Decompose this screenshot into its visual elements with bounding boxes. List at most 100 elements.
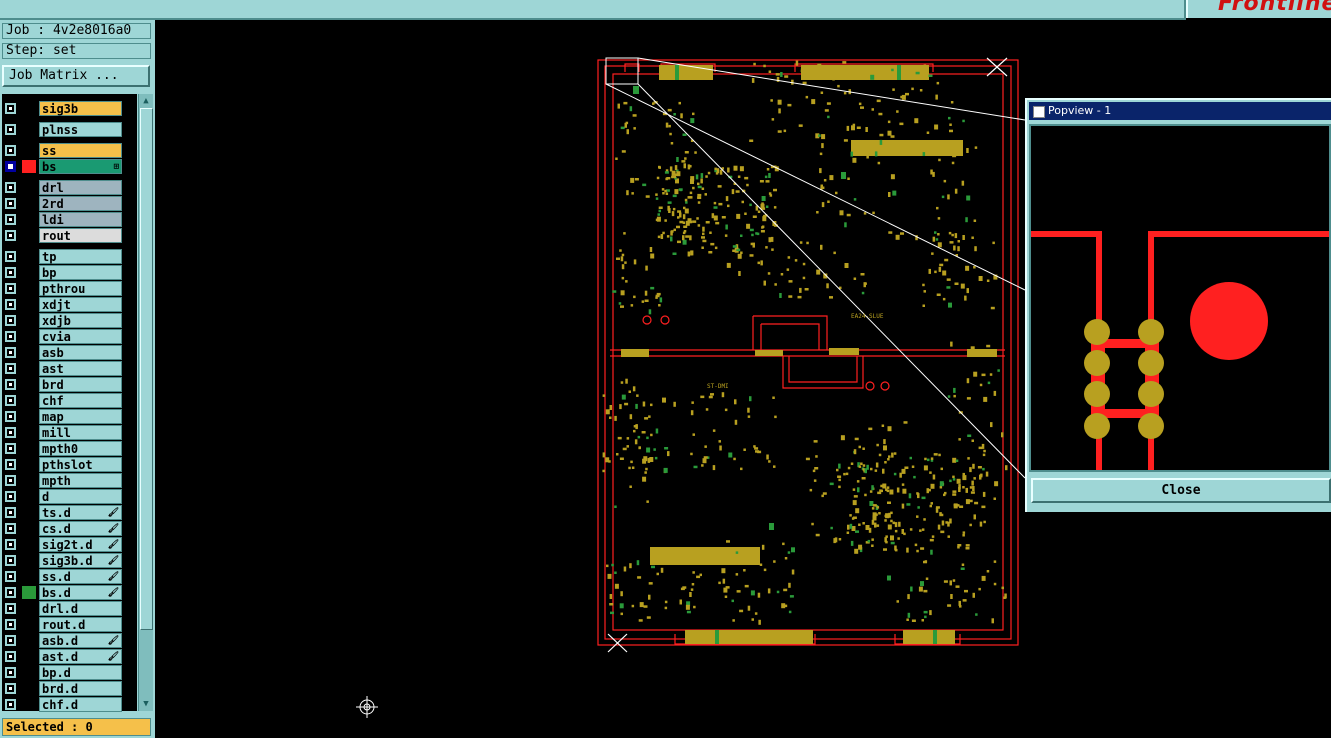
- layer-checkbox[interactable]: [4, 346, 17, 359]
- layer-row[interactable]: pthrou: [2, 281, 137, 296]
- layer-row[interactable]: chf: [2, 393, 137, 408]
- layer-checkbox[interactable]: [4, 586, 17, 599]
- layer-row[interactable]: rout.d: [2, 617, 137, 632]
- layer-checkbox[interactable]: [4, 570, 17, 583]
- layer-row[interactable]: chf.d: [2, 697, 137, 712]
- layer-checkbox[interactable]: [4, 666, 17, 679]
- layer-row[interactable]: d: [2, 489, 137, 504]
- layer-checkbox[interactable]: [4, 490, 17, 503]
- layer-name[interactable]: cs.d 🖌: [39, 521, 122, 536]
- layer-checkbox[interactable]: [4, 362, 17, 375]
- layer-name[interactable]: 2rd: [39, 196, 122, 211]
- layer-name[interactable]: asb.d 🖌: [39, 633, 122, 648]
- layer-row[interactable]: ss: [2, 143, 137, 158]
- layer-checkbox[interactable]: [4, 213, 17, 226]
- layer-name[interactable]: ss.d 🖌: [39, 569, 122, 584]
- layer-name[interactable]: rout.d: [39, 617, 122, 632]
- layer-name[interactable]: ts.d 🖌: [39, 505, 122, 520]
- layer-name[interactable]: ast: [39, 361, 122, 376]
- layer-checkbox[interactable]: [4, 197, 17, 210]
- layer-name[interactable]: ss: [39, 143, 122, 158]
- layer-checkbox[interactable]: [4, 144, 17, 157]
- layer-row[interactable]: drl: [2, 180, 137, 195]
- layer-list-scrollbar[interactable]: ▲ ▼: [138, 94, 153, 711]
- layer-row[interactable]: mpth: [2, 473, 137, 488]
- layer-checkbox[interactable]: [4, 102, 17, 115]
- layer-checkbox[interactable]: [4, 282, 17, 295]
- layer-checkbox[interactable]: [4, 378, 17, 391]
- layer-name[interactable]: sig3b: [39, 101, 122, 116]
- layer-name[interactable]: drl: [39, 180, 122, 195]
- layer-row[interactable]: pthslot: [2, 457, 137, 472]
- layer-row[interactable]: ldi: [2, 212, 137, 227]
- layer-row[interactable]: ts.d 🖌: [2, 505, 137, 520]
- layer-name[interactable]: mill: [39, 425, 122, 440]
- layer-row[interactable]: asb.d 🖌: [2, 633, 137, 648]
- layer-checkbox[interactable]: [4, 554, 17, 567]
- layer-row[interactable]: bs ⊞: [2, 159, 137, 174]
- layer-color-swatch[interactable]: [22, 586, 36, 599]
- layer-checkbox[interactable]: [4, 250, 17, 263]
- layer-name[interactable]: map: [39, 409, 122, 424]
- layer-name[interactable]: brd.d: [39, 681, 122, 696]
- layer-row[interactable]: sig3b: [2, 101, 137, 116]
- layer-name[interactable]: xdjb: [39, 313, 122, 328]
- layer-name[interactable]: brd: [39, 377, 122, 392]
- layer-row[interactable]: plnss: [2, 122, 137, 137]
- layer-name[interactable]: bs ⊞: [39, 159, 122, 174]
- layer-checkbox[interactable]: [4, 458, 17, 471]
- layer-checkbox[interactable]: [4, 330, 17, 343]
- layer-row[interactable]: asb: [2, 345, 137, 360]
- layer-checkbox[interactable]: [4, 298, 17, 311]
- layer-row[interactable]: mpth0: [2, 441, 137, 456]
- layer-name[interactable]: asb: [39, 345, 122, 360]
- layer-checkbox[interactable]: [4, 474, 17, 487]
- layer-row[interactable]: ast.d 🖌: [2, 649, 137, 664]
- layer-row[interactable]: bs.d 🖌: [2, 585, 137, 600]
- layer-checkbox[interactable]: [4, 410, 17, 423]
- layer-checkbox[interactable]: [4, 426, 17, 439]
- layer-checkbox[interactable]: [4, 522, 17, 535]
- layer-row[interactable]: brd: [2, 377, 137, 392]
- layer-row[interactable]: ss.d 🖌: [2, 569, 137, 584]
- layer-row[interactable]: brd.d: [2, 681, 137, 696]
- layer-checkbox[interactable]: [4, 698, 17, 711]
- layer-checkbox[interactable]: [4, 634, 17, 647]
- layer-checkbox[interactable]: [4, 314, 17, 327]
- layer-checkbox[interactable]: [4, 229, 17, 242]
- layer-row[interactable]: xdjb: [2, 313, 137, 328]
- layer-row[interactable]: map: [2, 409, 137, 424]
- layer-name[interactable]: ast.d 🖌: [39, 649, 122, 664]
- layer-name[interactable]: drl.d: [39, 601, 122, 616]
- layer-checkbox[interactable]: [4, 538, 17, 551]
- layer-name[interactable]: cvia: [39, 329, 122, 344]
- layer-checkbox[interactable]: [4, 266, 17, 279]
- layer-row[interactable]: rout: [2, 228, 137, 243]
- job-matrix-button[interactable]: Job Matrix ...: [2, 65, 150, 87]
- layer-checkbox[interactable]: [4, 181, 17, 194]
- layer-row[interactable]: mill: [2, 425, 137, 440]
- popview-viewport[interactable]: [1029, 124, 1331, 472]
- layer-row[interactable]: xdjt: [2, 297, 137, 312]
- layer-color-swatch[interactable]: [22, 160, 36, 173]
- scroll-down-icon[interactable]: ▼: [140, 698, 152, 710]
- layer-name[interactable]: chf: [39, 393, 122, 408]
- layer-row[interactable]: drl.d: [2, 601, 137, 616]
- layer-row[interactable]: tp: [2, 249, 137, 264]
- layer-name[interactable]: pthslot: [39, 457, 122, 472]
- scroll-up-icon[interactable]: ▲: [140, 95, 152, 107]
- layer-name[interactable]: ldi: [39, 212, 122, 227]
- layer-row[interactable]: cvia: [2, 329, 137, 344]
- layer-name[interactable]: tp: [39, 249, 122, 264]
- layer-name[interactable]: xdjt: [39, 297, 122, 312]
- layer-row[interactable]: bp.d: [2, 665, 137, 680]
- layer-name[interactable]: pthrou: [39, 281, 122, 296]
- layer-checkbox[interactable]: [4, 394, 17, 407]
- layer-row[interactable]: bp: [2, 265, 137, 280]
- layer-row[interactable]: 2rd: [2, 196, 137, 211]
- layer-checkbox[interactable]: [4, 506, 17, 519]
- layer-checkbox[interactable]: [4, 160, 17, 173]
- layer-name[interactable]: sig2t.d 🖌: [39, 537, 122, 552]
- layer-row[interactable]: ast: [2, 361, 137, 376]
- layer-name[interactable]: sig3b.d 🖌: [39, 553, 122, 568]
